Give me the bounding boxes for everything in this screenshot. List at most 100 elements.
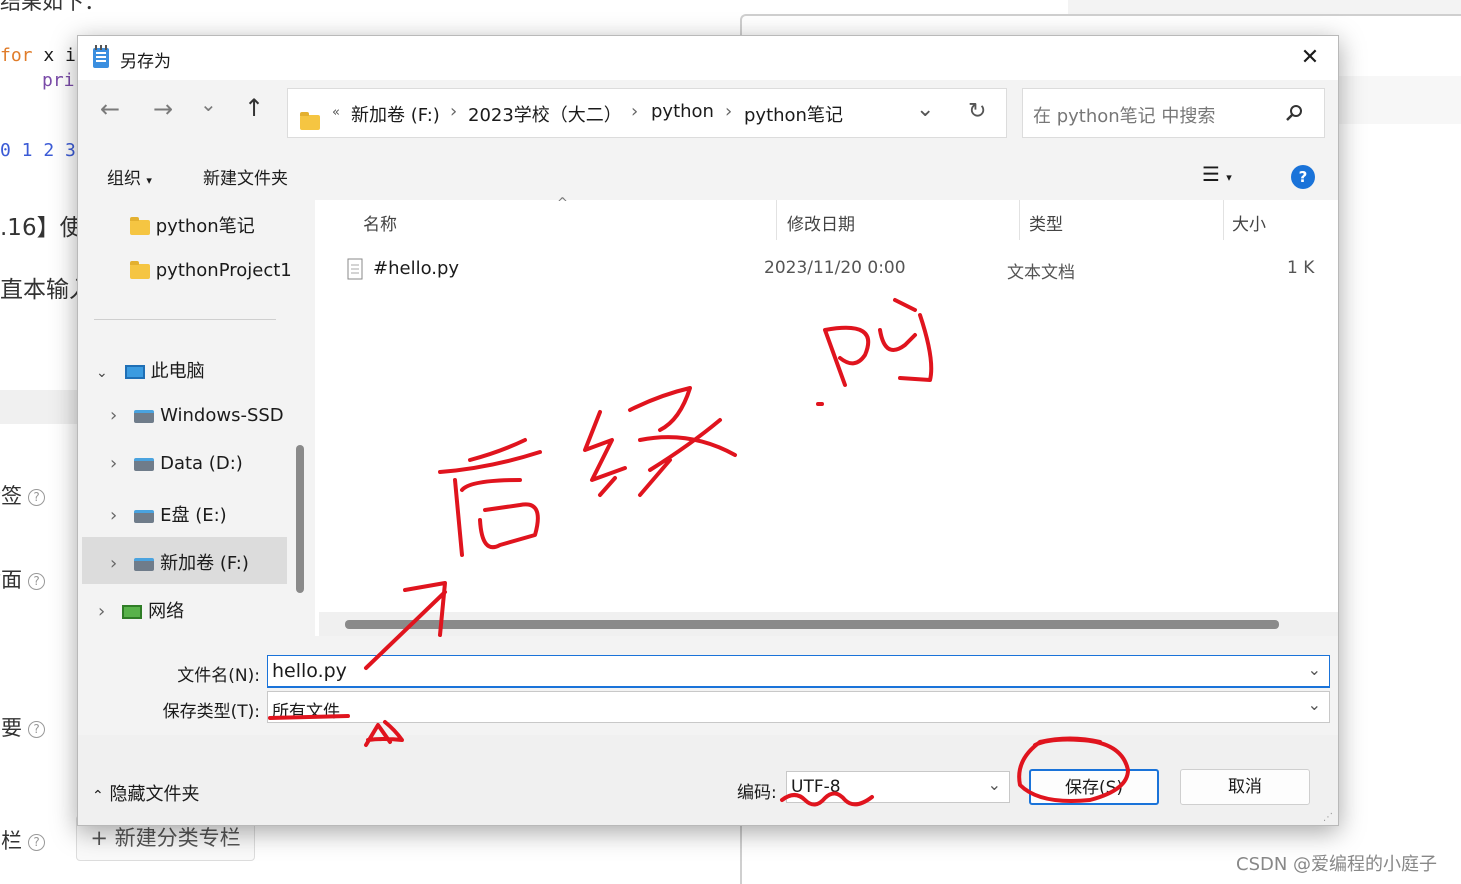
tree-item-data-d[interactable]: › Data (D:) <box>110 453 243 474</box>
file-name: #hello.py <box>373 258 460 279</box>
file-type: 文本文档 <box>1007 263 1075 283</box>
address-bar[interactable]: « 新加卷 (F:) › 2023学校（大二） › python › pytho… <box>287 88 1007 138</box>
code-rest: x i <box>43 45 76 66</box>
cancel-button[interactable]: 取消 <box>1180 769 1310 805</box>
help-button[interactable]: ? <box>1291 165 1315 189</box>
folder-icon <box>130 216 150 235</box>
column-type[interactable]: 类型 <box>1029 210 1063 235</box>
column-divider <box>776 200 777 240</box>
tree-item-network[interactable]: › 网络 <box>98 597 184 623</box>
chevron-right-icon: › <box>450 101 458 122</box>
hide-folders-toggle[interactable]: ⌃ 隐藏文件夹 <box>92 780 199 806</box>
new-folder-button[interactable]: 新建文件夹 <box>203 164 288 189</box>
file-list: ^ 名称 修改日期 类型 大小 #hello.py 2023/11/20 0:0… <box>315 196 1338 636</box>
chevron-down-icon[interactable]: ⌄ <box>988 775 1001 794</box>
chevron-down-icon[interactable]: ⌄ <box>96 365 108 381</box>
navigation-bar: ← → ⌄ ↑ « 新加卷 (F:) › 2023学校（大二） › python… <box>78 80 1338 138</box>
filename-label: 文件名(N): <box>177 666 260 686</box>
organize-menu[interactable]: 组织 ▾ <box>107 164 152 189</box>
view-options-icon[interactable]: ☰ ▾ <box>1202 162 1232 186</box>
tree-item-pythonproject1[interactable]: pythonProject1 <box>130 260 315 281</box>
save-as-dialog: 另存为 ✕ ← → ⌄ ↑ « 新加卷 (F:) › 2023学校（大二） › … <box>77 35 1339 826</box>
chevron-right-icon: › <box>631 101 639 122</box>
up-button[interactable]: ↑ <box>244 94 264 122</box>
label-column: 专栏? <box>0 825 45 855</box>
navigation-pane: python笔记 pythonProject1 ⌄ 此电脑 › Windows-… <box>78 200 315 636</box>
result-text: 结果如下： <box>0 0 105 14</box>
file-modified: 2023/11/20 0:00 <box>764 258 906 278</box>
dialog-title: 另存为 <box>120 52 171 72</box>
breadcrumb-school[interactable]: 2023学校（大二） <box>468 101 622 127</box>
chevron-right-icon: › <box>725 101 733 122</box>
tree-item-e-drive[interactable]: › E盘 (E:) <box>110 501 227 527</box>
chevron-right-icon[interactable]: › <box>110 453 117 474</box>
pc-icon <box>124 365 145 379</box>
column-divider <box>1223 200 1224 240</box>
search-icon <box>1286 105 1302 121</box>
drive-icon <box>134 557 155 571</box>
chevron-down-icon[interactable]: ⌄ <box>1308 660 1321 679</box>
chevron-right-icon[interactable]: › <box>110 405 117 426</box>
chevron-down-icon[interactable]: ⌄ <box>1308 695 1321 714</box>
encoding-label: 编码: <box>737 783 777 803</box>
network-icon <box>122 605 143 619</box>
column-modified[interactable]: 修改日期 <box>787 210 855 235</box>
horizontal-scrollbar[interactable] <box>345 620 1279 629</box>
search-placeholder: 在 python笔记 中搜索 <box>1033 106 1216 127</box>
code-keyword: for <box>0 45 33 66</box>
label-summary: 摘要? <box>0 712 45 742</box>
divider <box>94 319 276 320</box>
encoding-select[interactable]: UTF-8 ⌄ <box>786 771 1010 803</box>
chevron-right-icon[interactable]: › <box>110 553 117 574</box>
filename-value: hello.py <box>272 660 347 682</box>
filetype-select[interactable]: 所有文件 ⌄ <box>267 691 1330 723</box>
forward-button[interactable]: → <box>153 95 173 123</box>
tree-item-python-notes[interactable]: python笔记 <box>130 212 255 238</box>
notepad-icon <box>93 45 109 68</box>
column-name[interactable]: 名称 <box>363 210 397 235</box>
bottom-panel: 文件名(N): hello.py ⌄ 保存类型(T): 所有文件 ⌄ ⌃ 隐藏文… <box>78 636 1338 825</box>
back-button[interactable]: ← <box>100 95 120 123</box>
tree-item-this-pc[interactable]: ⌄ 此电脑 <box>96 357 205 383</box>
table-row[interactable]: #hello.py 2023/11/20 0:00 文本文档 1 K <box>335 250 1338 290</box>
filetype-label: 保存类型(T): <box>162 702 260 722</box>
column-divider <box>1019 200 1020 240</box>
help-circle-icon: ? <box>28 572 45 590</box>
drive-icon <box>134 509 155 523</box>
breadcrumb-current[interactable]: python笔记 <box>744 101 843 127</box>
label-tags: 标签? <box>0 480 45 510</box>
chevron-right-icon[interactable]: › <box>110 505 117 526</box>
chevron-right-icon[interactable]: › <box>98 601 105 622</box>
code-line-2: pri <box>42 70 75 91</box>
breadcrumb-drive[interactable]: 新加卷 (F:) <box>351 101 440 127</box>
filetype-value: 所有文件 <box>272 702 340 722</box>
text-file-icon <box>347 258 363 280</box>
chevron-up-icon: ⌃ <box>92 788 104 804</box>
close-button[interactable]: ✕ <box>1290 42 1330 74</box>
toolbar: 组织 ▾ 新建文件夹 ☰ ▾ ? <box>78 138 1338 200</box>
refresh-icon[interactable]: ↻ <box>968 99 986 124</box>
column-size[interactable]: 大小 <box>1232 210 1266 235</box>
recent-locations-button[interactable]: ⌄ <box>200 92 217 116</box>
search-box[interactable]: 在 python笔记 中搜索 <box>1022 88 1325 138</box>
breadcrumb-python[interactable]: python <box>651 101 714 122</box>
save-button[interactable]: 保存(S) <box>1029 769 1159 805</box>
sort-arrow-icon: ^ <box>557 196 568 211</box>
code-line-1: for x i <box>0 45 76 66</box>
tree-item-windows-ssd[interactable]: › Windows-SSD <box>110 405 315 426</box>
drive-icon <box>134 409 155 423</box>
chevron-down-icon[interactable]: ⌄ <box>916 97 934 122</box>
drive-icon <box>134 457 155 471</box>
help-circle-icon: ? <box>28 720 45 738</box>
resize-grip-icon[interactable]: ⋰ <box>1323 812 1333 823</box>
filename-input[interactable]: hello.py ⌄ <box>267 655 1330 688</box>
tree-scrollbar[interactable] <box>296 445 304 593</box>
code-output: 0 1 2 3 <box>0 140 76 161</box>
label-cover: 封面? <box>0 564 45 594</box>
help-circle-icon: ? <box>28 833 45 851</box>
bg-side-panel <box>1338 76 1461 124</box>
folder-icon <box>130 260 150 279</box>
breadcrumb-overflow[interactable]: « <box>332 105 340 120</box>
help-circle-icon: ? <box>28 488 45 506</box>
tree-item-f-drive[interactable]: › 新加卷 (F:) <box>110 549 249 575</box>
